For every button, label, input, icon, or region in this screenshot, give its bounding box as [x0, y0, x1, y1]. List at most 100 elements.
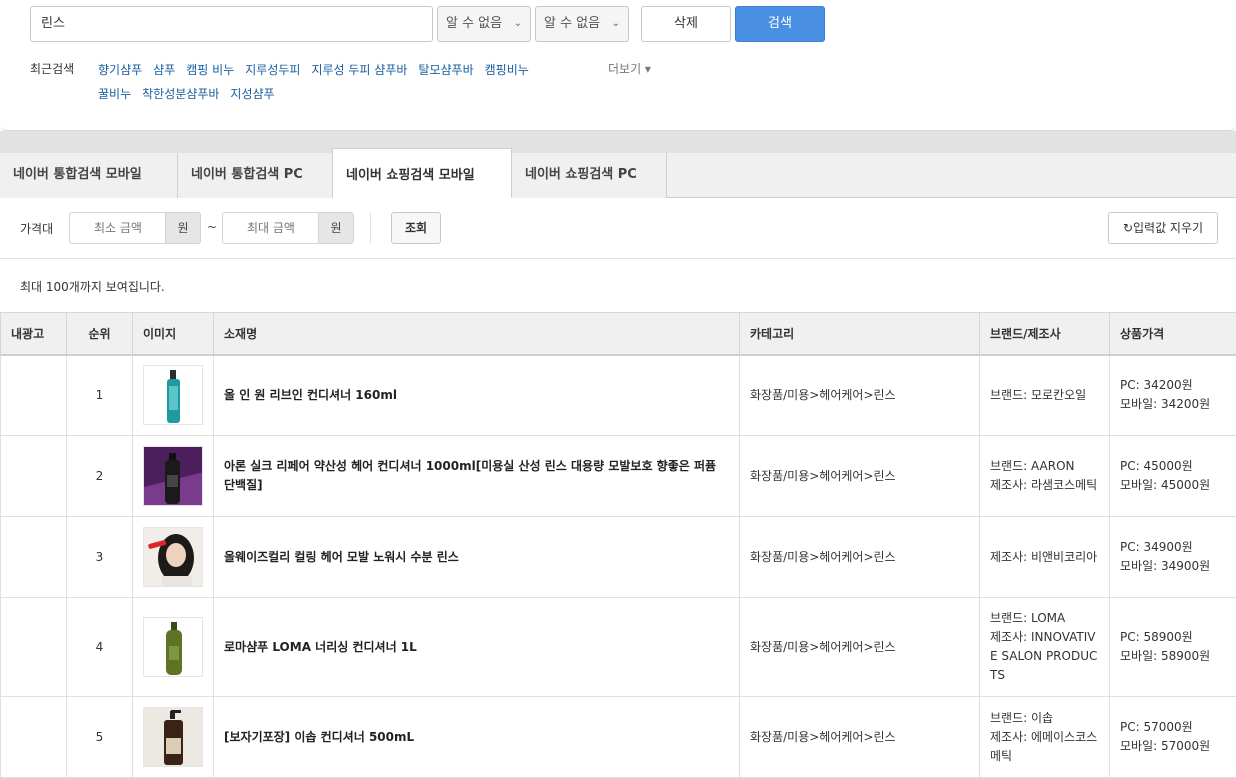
delete-button[interactable]: 삭제	[641, 6, 731, 42]
price-cell: PC: 45000원 모바일: 45000원	[1110, 436, 1236, 517]
my-ad-cell	[1, 517, 67, 598]
image-cell	[133, 517, 214, 598]
product-name[interactable]: 올 인 원 리브인 컨디셔너 160ml	[214, 355, 740, 436]
header-my-ad: 내광고	[1, 313, 67, 355]
my-ad-cell	[1, 436, 67, 517]
price-pc: PC: 57000원	[1120, 718, 1226, 737]
filter-divider	[370, 212, 371, 244]
keyword-input[interactable]: 린스	[30, 6, 433, 42]
recent-search-item[interactable]: 탈모샴푸바	[418, 58, 473, 82]
search-button[interactable]: 검색	[735, 6, 825, 42]
header-name: 소재명	[214, 313, 740, 355]
select-filter-1[interactable]: 알 수 없음 ⌄	[437, 6, 531, 42]
rank-cell: 3	[67, 517, 133, 598]
tab-naver-integrated-pc[interactable]: 네이버 통합검색 PC	[178, 153, 333, 198]
product-thumbnail[interactable]	[143, 446, 203, 506]
table-row[interactable]: 5 [보자기포장] 이솝 컨디셔너 500mL 화장품/미용>헤어케어>린스 브…	[1, 697, 1236, 778]
model-photo-icon	[144, 528, 203, 587]
product-name[interactable]: 로마샴푸 LOMA 너리싱 컨디셔너 1L	[214, 598, 740, 697]
select-filter-2-value: 알 수 없음	[544, 16, 600, 31]
tab-naver-shopping-mobile[interactable]: 네이버 쇼핑검색 모바일	[332, 148, 512, 198]
rank-cell: 5	[67, 697, 133, 778]
my-ad-cell	[1, 598, 67, 697]
table-row[interactable]: 1 올 인 원 리브인 컨디셔너 160ml 화장품/미용>헤어케어>린스 브랜…	[1, 355, 1236, 436]
category-cell: 화장품/미용>헤어케어>린스	[740, 436, 980, 517]
header-price: 상품가격	[1110, 313, 1236, 355]
brand-cell: 브랜드: AARON 제조사: 라샘코스메틱	[980, 436, 1110, 517]
price-pc: PC: 45000원	[1120, 457, 1226, 476]
price-cell: PC: 34900원 모바일: 34900원	[1110, 517, 1236, 598]
image-cell	[133, 697, 214, 778]
bottle-icon	[144, 366, 203, 425]
product-name[interactable]: 아론 실크 리페어 약산성 헤어 컨디셔너 1000ml[미용실 산성 린스 대…	[214, 436, 740, 517]
query-button[interactable]: 조회	[391, 212, 441, 244]
max-price-unit: 원	[318, 213, 353, 243]
brand-cell: 브랜드: LOMA 제조사: INNOVATIVE SALON PRODUCTS	[980, 598, 1110, 697]
result-tabs: 네이버 통합검색 모바일 네이버 통합검색 PC 네이버 쇼핑검색 모바일 네이…	[0, 153, 1236, 198]
category-cell: 화장품/미용>헤어케어>린스	[740, 355, 980, 436]
table-header-row: 내광고 순위 이미지 소재명 카테고리 브랜드/제조사 상품가격	[1, 313, 1236, 355]
price-cell: PC: 34200원 모바일: 34200원	[1110, 355, 1236, 436]
bottle-icon	[144, 618, 203, 677]
max-price-input[interactable]: 최대 금액 원	[222, 212, 354, 244]
my-ad-cell	[1, 355, 67, 436]
price-mobile: 모바일: 34900원	[1120, 557, 1226, 576]
product-thumbnail[interactable]	[143, 527, 203, 587]
min-price-input[interactable]: 최소 금액 원	[69, 212, 201, 244]
table-row[interactable]: 2 아론 실크 리페어 약산성 헤어 컨디셔너 1000ml[미용실 산성 린스…	[1, 436, 1236, 517]
image-cell	[133, 436, 214, 517]
max-price-placeholder: 최대 금액	[223, 213, 319, 243]
recent-search-item[interactable]: 향기샴푸	[98, 58, 142, 82]
category-cell: 화장품/미용>헤어케어>린스	[740, 598, 980, 697]
table-row[interactable]: 4 로마샴푸 LOMA 너리싱 컨디셔너 1L 화장품/미용>헤어케어>린스 브…	[1, 598, 1236, 697]
rank-cell: 4	[67, 598, 133, 697]
recent-search-item[interactable]: 샴푸	[153, 58, 175, 82]
price-pc: PC: 34200원	[1120, 376, 1226, 395]
rank-cell: 2	[67, 436, 133, 517]
recent-search-item[interactable]: 지성샴푸	[230, 82, 274, 106]
bottle-icon	[144, 447, 203, 506]
more-button[interactable]: 더보기 ▾	[608, 60, 651, 77]
select-filter-2[interactable]: 알 수 없음 ⌄	[535, 6, 629, 42]
min-price-placeholder: 최소 금액	[70, 213, 166, 243]
brand-cell: 브랜드: 모로칸오일	[980, 355, 1110, 436]
recent-search-item[interactable]: 지루성두피	[245, 58, 300, 82]
product-thumbnail[interactable]	[143, 707, 203, 767]
price-mobile: 모바일: 45000원	[1120, 476, 1226, 495]
range-separator: ~	[207, 220, 217, 234]
header-rank: 순위	[67, 313, 133, 355]
section-divider	[0, 131, 1236, 153]
min-price-unit: 원	[165, 213, 200, 243]
select-filter-1-value: 알 수 없음	[446, 16, 502, 31]
recent-search-item[interactable]: 지루성 두피 샴푸바	[311, 58, 407, 82]
recent-search-item[interactable]: 착한성분샴푸바	[142, 82, 219, 106]
price-range-label: 가격대	[20, 220, 53, 237]
header-category: 카테고리	[740, 313, 980, 355]
tab-naver-integrated-mobile[interactable]: 네이버 통합검색 모바일	[0, 153, 178, 198]
price-cell: PC: 58900원 모바일: 58900원	[1110, 598, 1236, 697]
bottle-icon	[144, 708, 203, 767]
product-name[interactable]: 올웨이즈컬리 컬링 헤어 모발 노워시 수분 린스	[214, 517, 740, 598]
rank-cell: 1	[67, 355, 133, 436]
image-cell	[133, 355, 214, 436]
category-cell: 화장품/미용>헤어케어>린스	[740, 697, 980, 778]
recent-search-list: 향기샴푸 샴푸 캠핑 비누 지루성두피 지루성 두피 샴푸바 탈모샴푸바 캠핑비누꿀비누 착한…	[98, 58, 668, 106]
product-thumbnail[interactable]	[143, 617, 203, 677]
recent-search-item[interactable]: 캠핑비누	[485, 58, 529, 82]
search-panel: 린스 알 수 없음 ⌄ 알 수 없음 ⌄ 삭제 검색 최근검색 향기샴푸샴푸캠핑…	[0, 0, 1236, 131]
price-pc: PC: 58900원	[1120, 628, 1226, 647]
product-thumbnail[interactable]	[143, 365, 203, 425]
filter-divider-line	[0, 258, 1236, 259]
product-name[interactable]: [보자기포장] 이솝 컨디셔너 500mL	[214, 697, 740, 778]
price-mobile: 모바일: 34200원	[1120, 395, 1226, 414]
my-ad-cell	[1, 697, 67, 778]
recent-search-item[interactable]: 캠핑 비누	[186, 58, 234, 82]
header-brand: 브랜드/제조사	[980, 313, 1110, 355]
brand-cell: 브랜드: 이솝 제조사: 에메이스코스메틱	[980, 697, 1110, 778]
tab-naver-shopping-pc[interactable]: 네이버 쇼핑검색 PC	[512, 153, 667, 198]
price-mobile: 모바일: 58900원	[1120, 647, 1226, 666]
chevron-down-icon: ⌄	[612, 7, 620, 41]
clear-inputs-button[interactable]: ↻입력값 지우기	[1108, 212, 1218, 244]
table-row[interactable]: 3 올웨이즈컬리 컬링 헤어 모발 노워시 수분 린스 화장품/미용>헤어케어>…	[1, 517, 1236, 598]
recent-search-item[interactable]: 꿀비누	[98, 82, 131, 106]
